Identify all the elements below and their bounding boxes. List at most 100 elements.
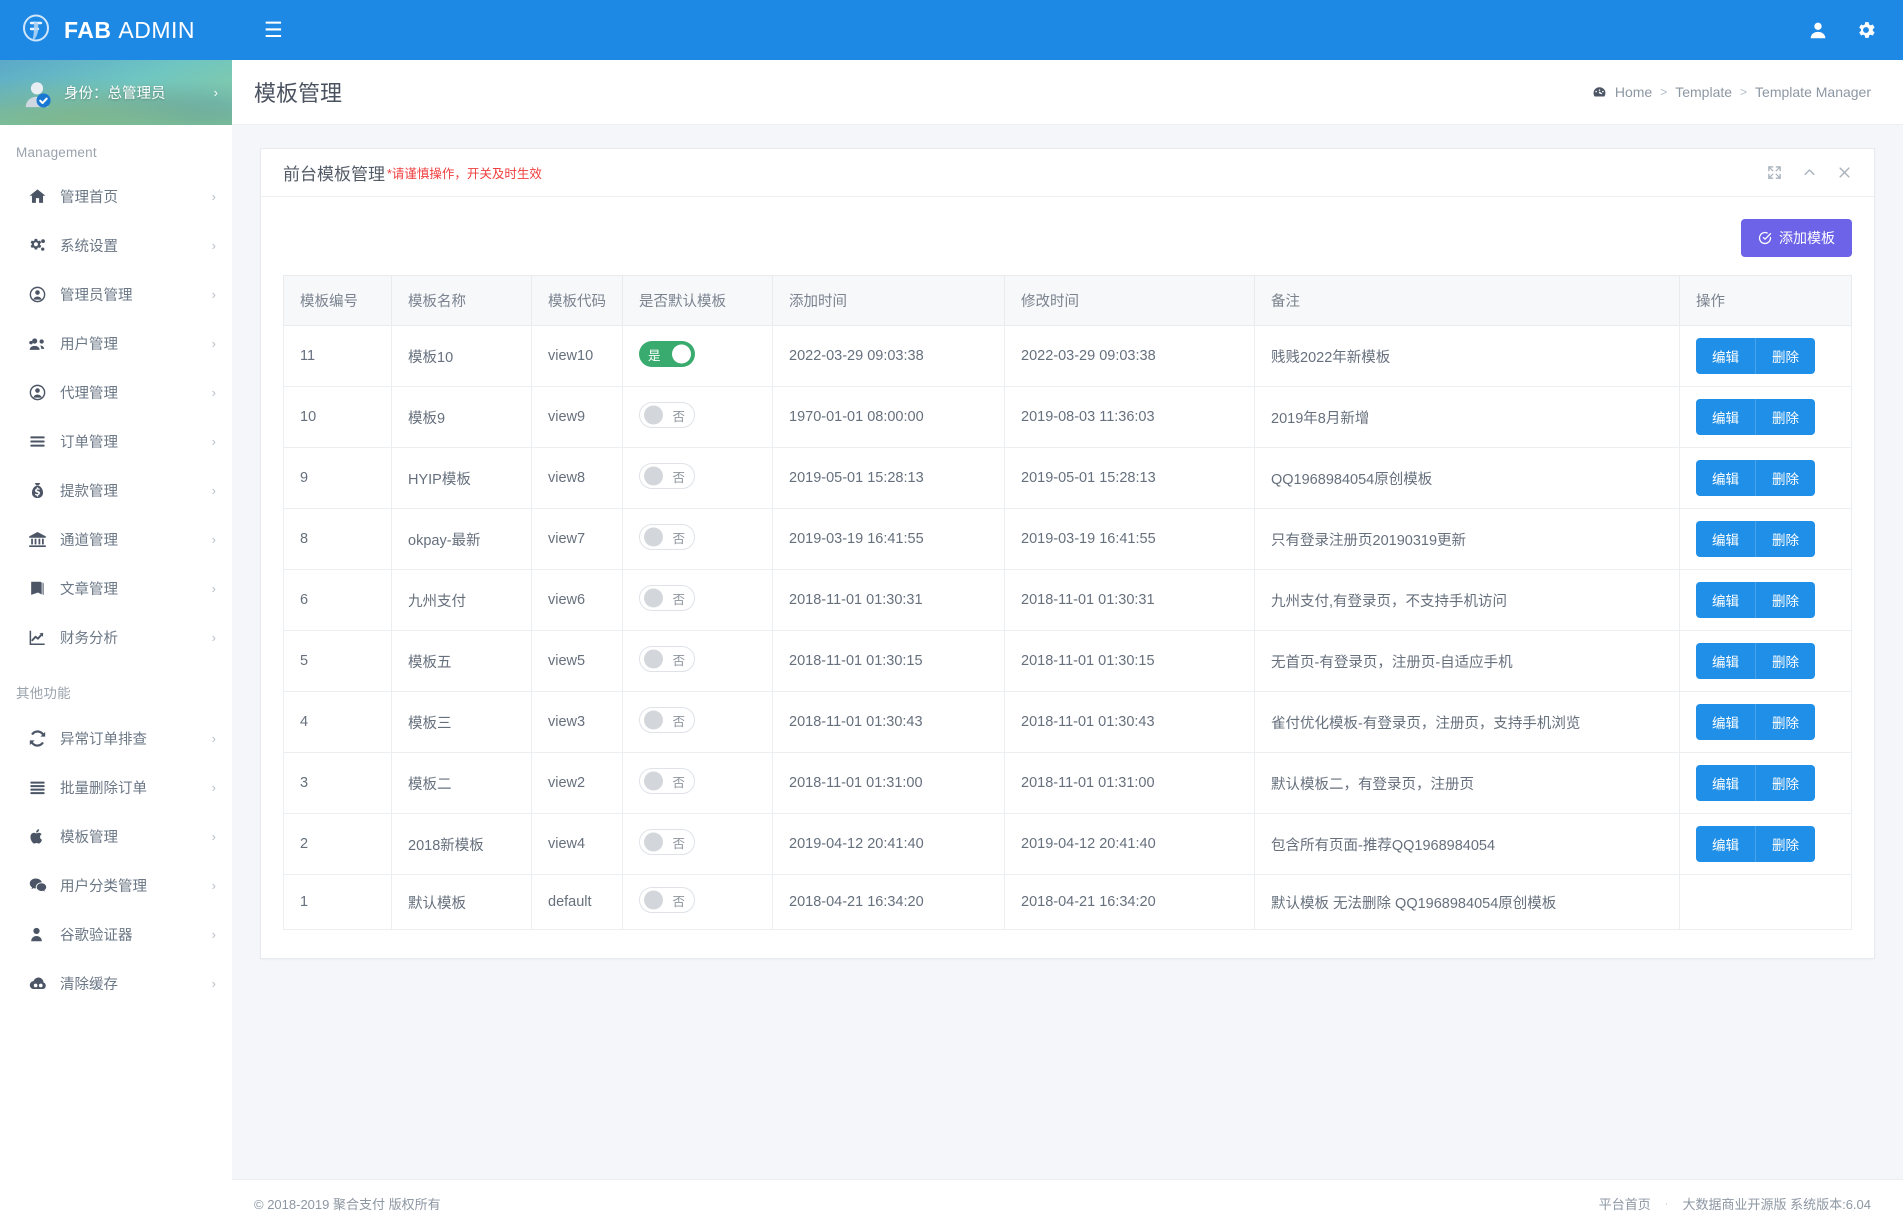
- sidebar-item-label: 提款管理: [60, 484, 118, 500]
- chevron-right-icon: ›: [211, 731, 216, 746]
- row-action-group: 编辑 删除: [1696, 582, 1815, 618]
- panel-toolbar: 添加模板: [283, 219, 1852, 257]
- cell-is-default: 否: [622, 569, 773, 631]
- default-template-toggle[interactable]: 否: [639, 463, 695, 489]
- cell-code: view7: [531, 508, 623, 570]
- row-action-group: 编辑 删除: [1696, 399, 1815, 435]
- sidebar-item-user-management[interactable]: 用户管理 ›: [0, 319, 232, 368]
- table-row: 6 九州支付 view6 否 2018-11-01 01:30:31 2018-11-01…: [283, 569, 1852, 631]
- delete-button[interactable]: 删除: [1755, 765, 1815, 801]
- sidebar-item-agent-management[interactable]: 代理管理 ›: [0, 368, 232, 417]
- row-action-group: 编辑 删除: [1696, 338, 1815, 374]
- sidebar-item-label: 订单管理: [60, 435, 118, 451]
- panel-title: 前台模板管理: [283, 165, 385, 184]
- edit-button[interactable]: 编辑: [1696, 582, 1755, 618]
- table-row: 9 HYIP模板 view8 否 2019-05-01 15:28:13 2019-05-…: [283, 447, 1852, 509]
- edit-button[interactable]: 编辑: [1696, 399, 1755, 435]
- chevron-up-icon[interactable]: [1802, 165, 1817, 180]
- edit-button[interactable]: 编辑: [1696, 521, 1755, 557]
- cell-name: HYIP模板: [391, 447, 532, 509]
- breadcrumb-item-home[interactable]: Home: [1615, 84, 1652, 100]
- sidebar-item-abnormal-order-check[interactable]: 异常订单排查 ›: [0, 714, 232, 763]
- cell-id: 10: [283, 386, 392, 448]
- edit-button[interactable]: 编辑: [1696, 338, 1755, 374]
- add-template-button[interactable]: 添加模板: [1741, 219, 1852, 257]
- cell-code: view4: [531, 813, 623, 875]
- cell-is-default: 否: [622, 874, 773, 930]
- edit-button[interactable]: 编辑: [1696, 826, 1755, 862]
- default-template-toggle[interactable]: 否: [639, 768, 695, 794]
- sidebar-item-order-management[interactable]: 订单管理 ›: [0, 417, 232, 466]
- sidebar-item-dashboard[interactable]: 管理首页 ›: [0, 172, 232, 221]
- breadcrumb-item-template[interactable]: Template: [1675, 84, 1732, 100]
- delete-button[interactable]: 删除: [1755, 460, 1815, 496]
- delete-button[interactable]: 删除: [1755, 399, 1815, 435]
- check-circle-icon: [1758, 231, 1772, 245]
- sidebar-item-label: 代理管理: [60, 386, 118, 402]
- edit-button[interactable]: 编辑: [1696, 704, 1755, 740]
- toggle-label: 否: [672, 894, 685, 909]
- cell-code: default: [531, 874, 623, 930]
- default-template-toggle[interactable]: 是: [639, 341, 695, 367]
- row-action-group: 编辑 删除: [1696, 521, 1815, 557]
- home-icon: [28, 187, 54, 206]
- brand-logo-area[interactable]: FAB ADMIN: [0, 0, 232, 60]
- user-icon[interactable]: [1807, 19, 1829, 41]
- delete-button[interactable]: 删除: [1755, 704, 1815, 740]
- bank-icon: [28, 530, 54, 549]
- sidebar-item-clear-cache[interactable]: 清除缓存 ›: [0, 959, 232, 1008]
- template-table: 模板编号 模板名称 模板代码 是否默认模板 添加时间 修改时间 备注 操作 11…: [283, 275, 1852, 930]
- sidebar-item-user-category-management[interactable]: 用户分类管理 ›: [0, 861, 232, 910]
- sidebar-item-google-authenticator[interactable]: 谷歌验证器 ›: [0, 910, 232, 959]
- panel-tools: [1767, 165, 1852, 180]
- gear-icon[interactable]: [1855, 19, 1877, 41]
- cell-actions: 编辑 删除: [1679, 813, 1852, 875]
- delete-button[interactable]: 删除: [1755, 521, 1815, 557]
- sidebar-item-financial-analysis[interactable]: 财务分析 ›: [0, 613, 232, 662]
- table-body: 11 模板10 view10 是 2022-03-29 09:03:38 2022-03-…: [283, 325, 1852, 930]
- cloud-icon: [28, 974, 54, 993]
- delete-button[interactable]: 删除: [1755, 582, 1815, 618]
- default-template-toggle[interactable]: 否: [639, 585, 695, 611]
- default-template-toggle[interactable]: 否: [639, 524, 695, 550]
- user-circle-icon: [28, 285, 54, 304]
- page-title: 模板管理: [254, 81, 343, 106]
- sidebar-item-admin-management[interactable]: 管理员管理 ›: [0, 270, 232, 319]
- edit-button[interactable]: 编辑: [1696, 765, 1755, 801]
- add-template-label: 添加模板: [1779, 230, 1835, 246]
- default-template-toggle[interactable]: 否: [639, 402, 695, 428]
- default-template-toggle[interactable]: 否: [639, 646, 695, 672]
- sidebar-user-panel[interactable]: 身份：总管理员 ›: [0, 60, 232, 125]
- edit-button[interactable]: 编辑: [1696, 460, 1755, 496]
- sidebar-item-withdraw-management[interactable]: 提款管理 ›: [0, 466, 232, 515]
- edit-button[interactable]: 编辑: [1696, 643, 1755, 679]
- sidebar-item-batch-delete-orders[interactable]: 批量删除订单 ›: [0, 763, 232, 812]
- fab-logo-icon: [23, 14, 49, 42]
- close-icon[interactable]: [1837, 165, 1852, 180]
- footer-home-link[interactable]: 平台首页: [1599, 1194, 1651, 1213]
- chevron-right-icon: ›: [213, 85, 218, 100]
- default-template-toggle[interactable]: 否: [639, 829, 695, 855]
- expand-icon[interactable]: [1767, 165, 1782, 180]
- sidebar-item-channel-management[interactable]: 通道管理 ›: [0, 515, 232, 564]
- chevron-right-icon: ›: [211, 287, 216, 302]
- delete-button[interactable]: 删除: [1755, 643, 1815, 679]
- sidebar-item-label: 谷歌验证器: [60, 928, 133, 944]
- sidebar-item-system-settings[interactable]: 系统设置 ›: [0, 221, 232, 270]
- default-template-toggle[interactable]: 否: [639, 887, 695, 913]
- sidebar-item-label: 系统设置: [60, 239, 118, 255]
- delete-button[interactable]: 删除: [1755, 338, 1815, 374]
- cell-is-default: 否: [622, 386, 773, 448]
- hamburger-icon[interactable]: ☰: [256, 14, 291, 47]
- sidebar-item-label: 清除缓存: [60, 977, 118, 993]
- delete-button[interactable]: 删除: [1755, 826, 1815, 862]
- sidebar-item-article-management[interactable]: 文章管理 ›: [0, 564, 232, 613]
- sidebar-item-template-management[interactable]: 模板管理 ›: [0, 812, 232, 861]
- breadcrumb-item-template-manager: Template Manager: [1755, 84, 1871, 100]
- default-template-toggle[interactable]: 否: [639, 707, 695, 733]
- toggle-knob: [644, 649, 663, 669]
- breadcrumb-separator: >: [1740, 85, 1748, 99]
- column-header-default: 是否默认模板: [622, 275, 773, 326]
- sidebar-user-name: 身份：总管理员: [64, 86, 166, 102]
- sidebar-item-label: 管理员管理: [60, 288, 133, 304]
